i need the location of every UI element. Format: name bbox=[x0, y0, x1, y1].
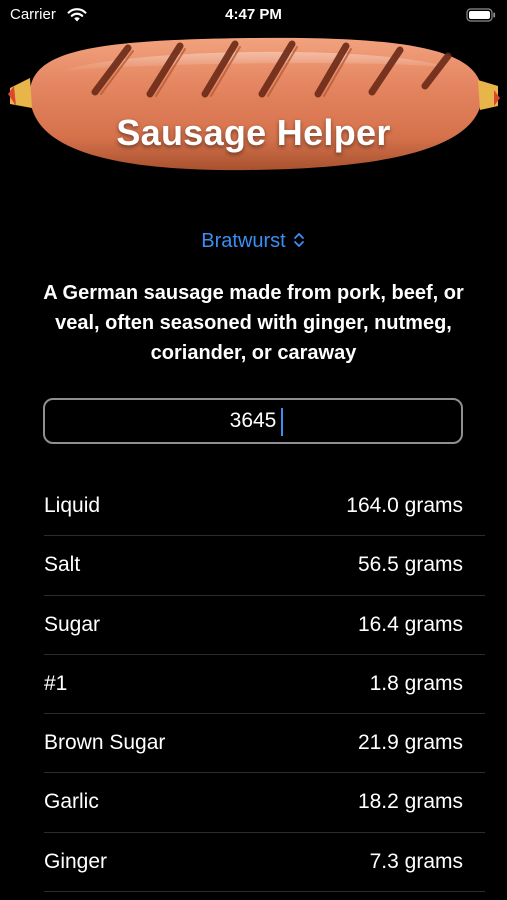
ingredient-amount: 21.9 grams bbox=[357, 731, 463, 755]
ingredient-row: Brown Sugar 21.9 grams bbox=[44, 714, 485, 774]
ingredient-amount: 7.3 grams bbox=[369, 849, 463, 873]
ingredient-name: Brown Sugar bbox=[44, 731, 166, 755]
ingredient-name: Sugar bbox=[44, 612, 101, 636]
ingredient-name: Liquid bbox=[44, 494, 101, 517]
status-bar: Carrier 4:47 PM bbox=[0, 0, 507, 30]
ingredient-name: #1 bbox=[44, 671, 68, 695]
sausage-description: A German sausage made from pork, beef, o… bbox=[43, 282, 464, 364]
ingredient-amount: 18.2 grams bbox=[357, 790, 463, 814]
ingredient-row: #1 1.8 grams bbox=[44, 655, 485, 715]
weight-input[interactable] bbox=[43, 398, 463, 444]
ingredient-amount: 164.0 grams bbox=[346, 494, 463, 517]
status-time: 4:47 PM bbox=[225, 6, 282, 23]
ingredient-row: Garlic 18.2 grams bbox=[44, 773, 485, 833]
ingredient-row: Sugar 16.4 grams bbox=[44, 596, 485, 655]
sausage-image bbox=[8, 37, 500, 171]
battery-icon bbox=[466, 8, 496, 22]
app-title: Sausage Helper bbox=[116, 112, 391, 153]
chevron-up-down-icon bbox=[293, 233, 304, 247]
text-cursor bbox=[281, 408, 283, 436]
ingredient-name: Ginger bbox=[44, 849, 108, 873]
header-banner: Sausage Helper bbox=[0, 20, 507, 195]
ingredient-amount: 56.5 grams bbox=[357, 553, 463, 577]
ingredient-amount: 1.8 grams bbox=[369, 671, 463, 695]
sausage-type-picker[interactable]: Bratwurst bbox=[0, 230, 507, 253]
ingredient-name: Salt bbox=[44, 553, 81, 577]
ingredient-amount: 16.4 grams bbox=[357, 612, 463, 636]
ingredient-row: Liquid 164.0 grams bbox=[44, 477, 485, 537]
ingredient-name: Garlic bbox=[44, 790, 99, 814]
picker-selected-label: Bratwurst bbox=[201, 230, 286, 252]
ingredient-row: Ginger 7.3 grams bbox=[44, 833, 485, 893]
ingredient-list: Liquid 164.0 grams Salt 56.5 grams Sugar 16.4… bbox=[0, 477, 507, 893]
ingredient-row: Salt 56.5 grams bbox=[44, 536, 485, 596]
